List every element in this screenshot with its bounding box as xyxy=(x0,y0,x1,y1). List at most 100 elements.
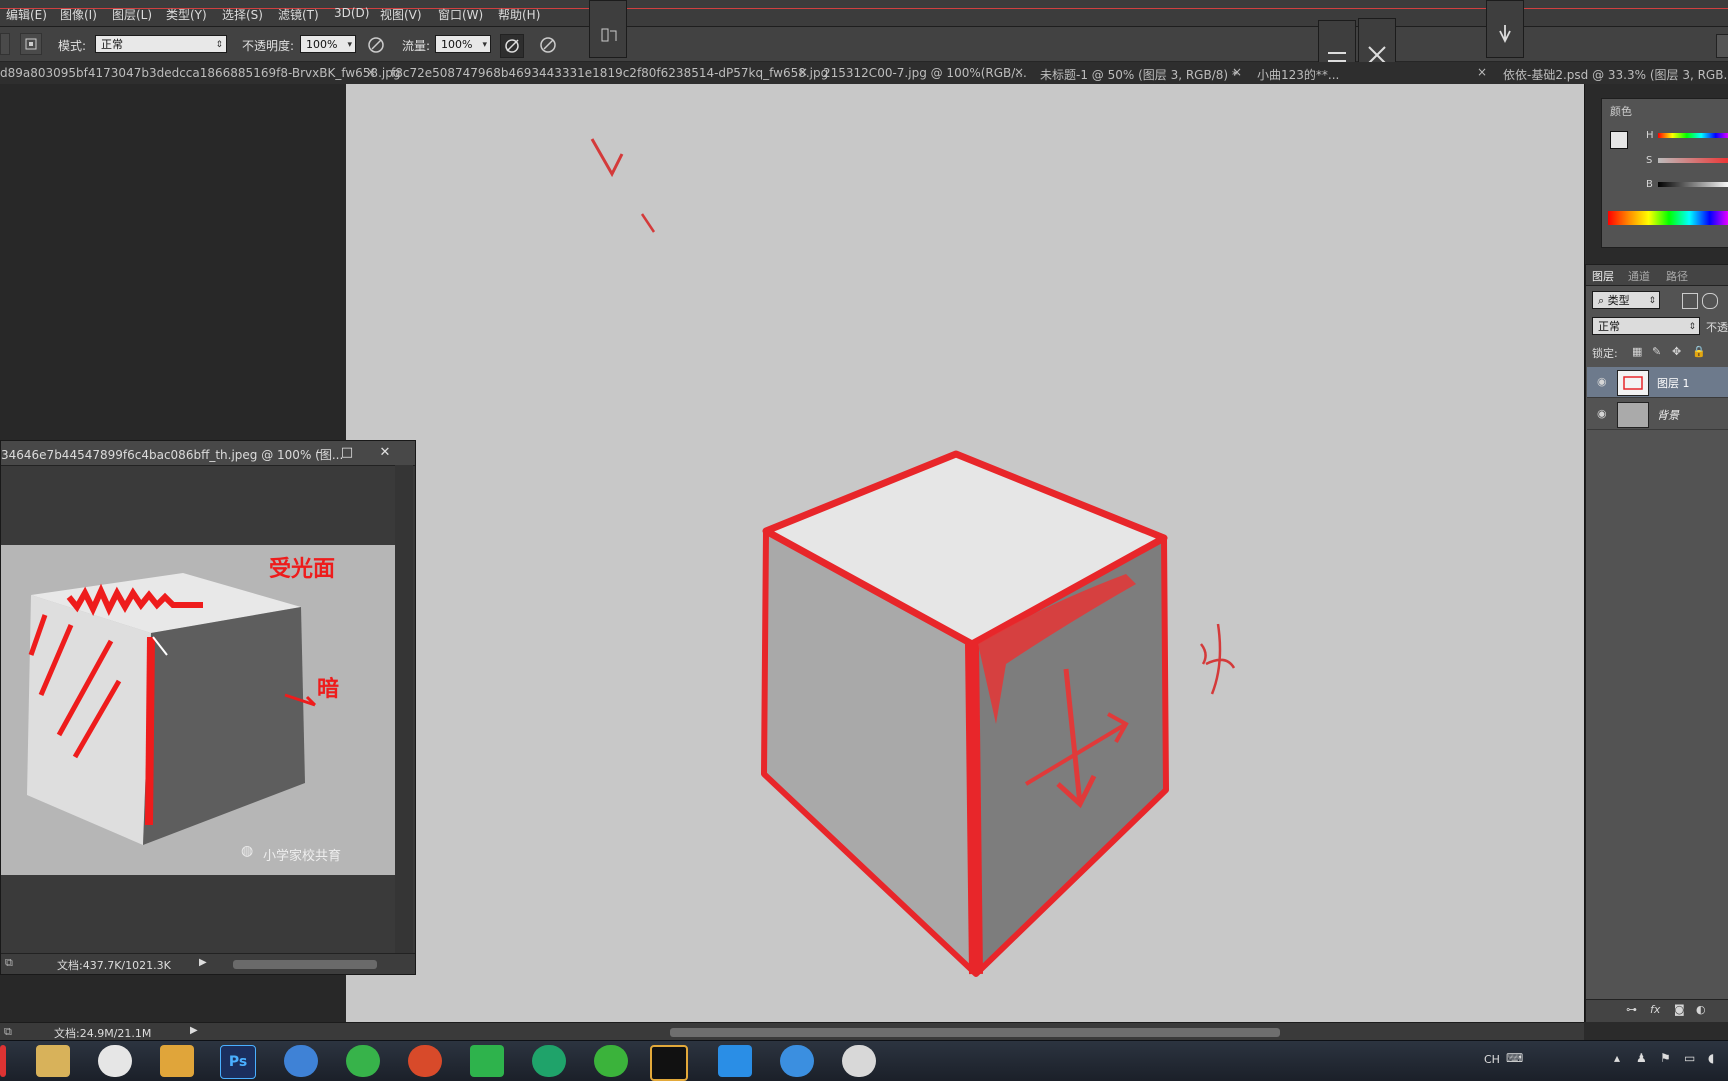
float-panel-history[interactable] xyxy=(589,0,627,58)
file-explorer-icon[interactable] xyxy=(36,1045,70,1077)
cube-drawing xyxy=(590,138,1236,977)
airbrush-icon xyxy=(505,39,519,53)
color-spectrum-bar[interactable] xyxy=(1608,211,1728,225)
close-icon[interactable]: ✕ xyxy=(375,444,395,462)
tool-preset-picker[interactable] xyxy=(0,33,10,55)
menu-3d[interactable]: 3D(D) xyxy=(334,6,369,20)
workspace-switcher[interactable] xyxy=(1716,34,1728,58)
saturation-slider[interactable] xyxy=(1658,158,1728,163)
messenger-icon[interactable] xyxy=(780,1045,814,1077)
lock-pixels-icon[interactable]: ✎ xyxy=(1652,345,1661,358)
pressure-size-icon[interactable] xyxy=(538,35,558,55)
foreground-color-swatch[interactable] xyxy=(1610,131,1628,149)
display-icon[interactable]: ▭ xyxy=(1684,1051,1695,1065)
layer-row-1[interactable]: ◉ 图层 1 xyxy=(1587,367,1728,398)
green-browser-icon[interactable] xyxy=(346,1045,380,1077)
notes-app-icon[interactable] xyxy=(160,1045,194,1077)
play-icon[interactable]: ▶ xyxy=(199,957,207,968)
tab-doc-1[interactable]: d89a803095bf4173047b3dedcca1866885169f8-… xyxy=(0,66,400,80)
close-icon[interactable]: × xyxy=(798,65,808,79)
adjustment-filter-icon[interactable] xyxy=(1702,293,1718,309)
floating-document-window[interactable]: 34646e7b44547899f6c4bac086bff_th.jpeg @ … xyxy=(0,440,416,975)
network-icon[interactable]: ⚑ xyxy=(1660,1051,1671,1065)
hue-slider[interactable] xyxy=(1658,133,1728,138)
game-app-icon[interactable] xyxy=(650,1045,688,1081)
lock-all-icon[interactable]: 🔒 xyxy=(1692,345,1706,358)
layer-filter-dropdown[interactable]: ⌕ 类型 ⇕ xyxy=(1592,291,1660,309)
menu-view[interactable]: 视图(V) xyxy=(380,6,422,23)
stroke-mark xyxy=(640,213,656,233)
lock-position-icon[interactable]: ✥ xyxy=(1672,345,1681,358)
volume-icon[interactable]: ◖ xyxy=(1708,1051,1714,1065)
menu-layer[interactable]: 图层(L) xyxy=(112,6,152,23)
photoshop-icon[interactable]: Ps xyxy=(220,1045,256,1079)
zoom-icon[interactable]: ⧉ xyxy=(5,956,13,970)
blend-mode-dropdown[interactable]: 正常 ⇕ xyxy=(1592,317,1700,335)
horizontal-scrollbar[interactable] xyxy=(233,960,377,969)
tab-doc-6[interactable]: 依依-基础2.psd @ 33.3% (图层 3, RGB... xyxy=(1503,66,1728,83)
close-icon[interactable]: × xyxy=(1477,65,1487,79)
adjustment-layer-icon[interactable]: ◐ xyxy=(1696,1003,1706,1016)
airbrush-toggle[interactable] xyxy=(500,34,524,58)
close-icon[interactable]: × xyxy=(1232,65,1242,79)
cloud-drive-icon[interactable] xyxy=(718,1045,752,1077)
tab-channels[interactable]: 通道 xyxy=(1628,268,1650,284)
menu-type[interactable]: 类型(Y) xyxy=(166,6,207,23)
music-app-icon[interactable] xyxy=(408,1045,442,1077)
float-panel-brush[interactable] xyxy=(1486,0,1524,58)
qq-icon[interactable] xyxy=(98,1045,132,1077)
wechat-taskbar-icon[interactable] xyxy=(594,1045,628,1077)
maximize-icon[interactable]: □ xyxy=(337,444,357,462)
minimize-icon[interactable]: – xyxy=(309,444,329,462)
pressure-opacity-icon[interactable] xyxy=(366,35,386,55)
canvas[interactable] xyxy=(346,84,1584,1022)
keyboard-icon[interactable]: ⌨ xyxy=(1506,1051,1523,1065)
tab-doc-3[interactable]: 215312C00-7.jpg @ 100%(RGB/... xyxy=(823,66,1027,80)
tray-expand-icon[interactable]: ▴ xyxy=(1614,1051,1620,1065)
mask-icon[interactable]: ◙ xyxy=(1674,1003,1685,1016)
layer-row-background[interactable]: ◉ 背景 xyxy=(1587,399,1728,430)
eye-icon[interactable]: ◉ xyxy=(1597,375,1607,388)
image-filter-icon[interactable] xyxy=(1682,293,1698,309)
tab-doc-2[interactable]: f8c72e508747968b4693443331e1819c2f80f623… xyxy=(391,66,828,80)
tab-paths[interactable]: 路径 xyxy=(1666,268,1688,284)
language-indicator[interactable]: CH xyxy=(1484,1053,1500,1066)
vertical-scrollbar[interactable] xyxy=(395,465,413,953)
opacity-label: 不透明度: xyxy=(242,39,295,53)
start-button[interactable] xyxy=(0,1045,6,1077)
link-icon[interactable]: ⊶ xyxy=(1626,1003,1637,1016)
browser-icon[interactable] xyxy=(284,1045,318,1077)
tray-app-icon[interactable]: ♟ xyxy=(1636,1051,1647,1065)
eye-icon[interactable]: ◉ xyxy=(1597,407,1607,420)
menu-select[interactable]: 选择(S) xyxy=(222,6,263,23)
close-icon[interactable]: × xyxy=(1014,65,1024,79)
menu-edit[interactable]: 编辑(E) xyxy=(6,6,47,23)
tab-layers[interactable]: 图层 xyxy=(1592,268,1614,284)
s-label: S xyxy=(1646,155,1653,166)
brush-panel-toggle[interactable] xyxy=(20,33,42,55)
fx-icon[interactable]: fx xyxy=(1650,1003,1660,1016)
opacity-input[interactable]: 100% ▾ xyxy=(300,35,356,53)
menu-window[interactable]: 窗口(W) xyxy=(438,6,483,23)
floating-window-titlebar[interactable]: 34646e7b44547899f6c4bac086bff_th.jpeg @ … xyxy=(1,441,415,466)
qq-alt-icon[interactable] xyxy=(842,1045,876,1077)
flow-input[interactable]: 100% ▾ xyxy=(435,35,491,53)
color-panel-tab[interactable]: 颜色 xyxy=(1610,103,1632,119)
close-icon[interactable]: × xyxy=(366,65,376,79)
download-app-icon[interactable] xyxy=(532,1045,566,1077)
reference-image: 受光面 暗 小学家校共育 ◍ xyxy=(1,545,395,875)
lock-transparent-icon[interactable]: ▦ xyxy=(1632,345,1642,358)
tab-doc-4[interactable]: 未标题-1 @ 50% (图层 3, RGB/8) * xyxy=(1040,66,1238,83)
play-icon[interactable]: ▶ xyxy=(190,1025,198,1036)
menu-help[interactable]: 帮助(H) xyxy=(498,6,540,23)
menu-image[interactable]: 图像(I) xyxy=(60,6,97,23)
mode-dropdown[interactable]: 正常 ⇕ xyxy=(95,35,227,53)
menu-filter[interactable]: 滤镜(T) xyxy=(278,6,319,23)
camtasia-icon[interactable] xyxy=(470,1045,504,1077)
brightness-slider[interactable] xyxy=(1658,182,1728,187)
zoom-icon[interactable]: ⧉ xyxy=(4,1025,12,1039)
canvas-horizontal-scrollbar[interactable] xyxy=(670,1028,1280,1037)
layer-name: 图层 1 xyxy=(1657,377,1690,390)
tab-doc-5[interactable]: 小曲123的**... xyxy=(1257,66,1457,83)
layers-panel-footer: ⊶ fx ◙ ◐ xyxy=(1586,999,1728,1022)
